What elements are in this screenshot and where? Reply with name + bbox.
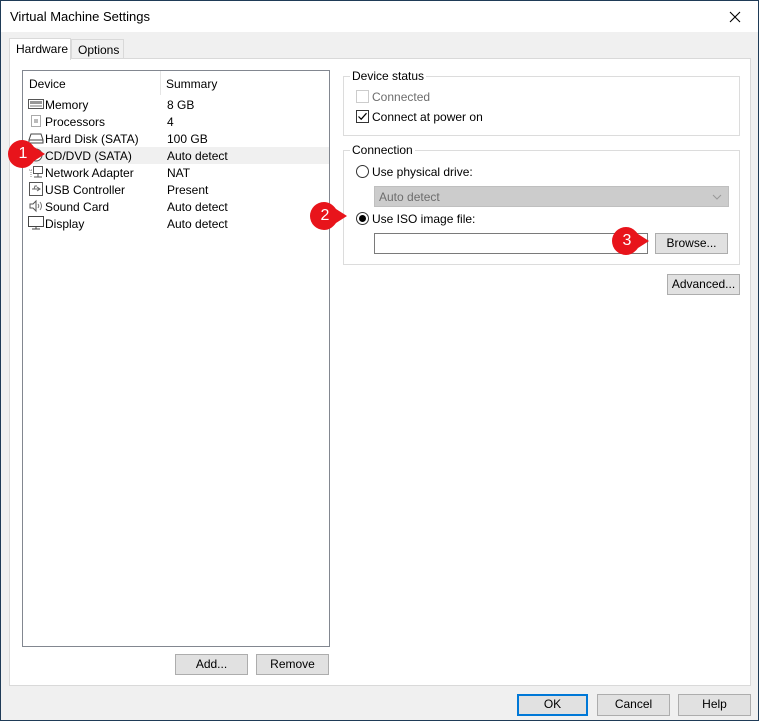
- device-summary: Auto detect: [167, 200, 228, 214]
- device-summary: 8 GB: [167, 98, 195, 112]
- device-summary: NAT: [167, 166, 191, 180]
- column-header-device[interactable]: Device: [29, 77, 66, 91]
- device-summary: Auto detect: [167, 217, 228, 231]
- column-header-summary[interactable]: Summary: [166, 77, 217, 91]
- tab-hardware[interactable]: Hardware: [9, 38, 71, 60]
- tab-options-label: Options: [78, 43, 120, 57]
- device-list[interactable]: Device Summary Memory 8 GB Processors 4 …: [22, 70, 330, 647]
- cancel-button[interactable]: Cancel: [597, 694, 670, 716]
- physical-drive-select[interactable]: Auto detect: [374, 186, 729, 207]
- close-icon: [729, 11, 741, 22]
- use-iso-image-radio[interactable]: [356, 212, 369, 225]
- device-name: CD/DVD (SATA): [45, 149, 132, 163]
- memory-icon: [28, 99, 44, 109]
- connected-checkbox[interactable]: [356, 90, 369, 103]
- connection-label: Connection: [350, 143, 415, 157]
- device-summary: Auto detect: [167, 149, 228, 163]
- window-title: Virtual Machine Settings: [10, 9, 150, 24]
- device-row-sound-card[interactable]: Sound Card Auto detect: [24, 198, 329, 215]
- step-callout-3: 3: [612, 227, 649, 255]
- physical-drive-value: Auto detect: [379, 190, 440, 204]
- usb-icon: [29, 182, 43, 196]
- device-summary: 100 GB: [167, 132, 208, 146]
- device-row-usb-controller[interactable]: USB Controller Present: [24, 181, 329, 198]
- device-row-processors[interactable]: Processors 4: [24, 113, 329, 130]
- device-row-network-adapter[interactable]: Network Adapter NAT: [24, 164, 329, 181]
- device-summary: Present: [167, 183, 209, 197]
- use-iso-image-label: Use ISO image file:: [372, 212, 476, 226]
- device-name: Processors: [45, 115, 106, 129]
- add-device-button[interactable]: Add...: [175, 654, 248, 675]
- device-row-memory[interactable]: Memory 8 GB: [24, 96, 329, 113]
- device-name: USB Controller: [45, 183, 126, 197]
- tab-hardware-label: Hardware: [16, 42, 69, 56]
- tab-options[interactable]: Options: [71, 39, 124, 59]
- device-row-hard-disk[interactable]: Hard Disk (SATA) 100 GB: [24, 130, 329, 147]
- column-separator[interactable]: [160, 71, 161, 95]
- processor-icon: [31, 115, 41, 127]
- speaker-icon: [29, 199, 42, 213]
- device-status-label: Device status: [350, 69, 427, 83]
- virtual-machine-settings-dialog: Virtual Machine Settings Hardware Option…: [0, 0, 759, 721]
- device-name: Network Adapter: [45, 166, 134, 180]
- ok-button[interactable]: OK: [517, 694, 588, 716]
- connect-at-power-on-checkbox[interactable]: [356, 110, 369, 123]
- callout-number: 2: [320, 207, 330, 224]
- device-summary: 4: [167, 115, 174, 129]
- help-button[interactable]: Help: [678, 694, 751, 716]
- close-button[interactable]: [712, 1, 758, 32]
- title-bar: Virtual Machine Settings: [1, 1, 758, 32]
- callout-number: 1: [18, 145, 28, 162]
- device-name: Display: [45, 217, 85, 231]
- monitor-icon: [28, 216, 44, 230]
- advanced-button[interactable]: Advanced...: [667, 274, 740, 295]
- device-list-header: Device Summary: [23, 71, 329, 95]
- device-row-display[interactable]: Display Auto detect: [24, 215, 329, 232]
- device-status-group: Device status Connected Connect at power…: [343, 69, 740, 136]
- step-callout-1: 1: [8, 140, 45, 168]
- checkmark-icon: [358, 112, 367, 121]
- connected-label: Connected: [372, 90, 431, 104]
- browse-button[interactable]: Browse...: [655, 233, 728, 254]
- connection-group: Connection Use physical drive: Auto dete…: [343, 143, 740, 265]
- device-row-cd-dvd[interactable]: CD/DVD (SATA) Auto detect: [24, 147, 329, 164]
- radio-selected-dot: [359, 215, 366, 222]
- use-physical-drive-radio[interactable]: [356, 165, 369, 178]
- callout-number: 3: [622, 232, 632, 249]
- step-callout-2: 2: [310, 202, 347, 230]
- remove-device-button[interactable]: Remove: [256, 654, 329, 675]
- hardware-tab-panel: Device Summary Memory 8 GB Processors 4 …: [9, 58, 751, 686]
- chevron-down-icon: [712, 194, 722, 200]
- device-name: Sound Card: [45, 200, 110, 214]
- iso-path-input[interactable]: [374, 233, 648, 254]
- device-name: Hard Disk (SATA): [45, 132, 139, 146]
- use-physical-drive-label: Use physical drive:: [372, 165, 473, 179]
- connect-at-power-on-label: Connect at power on: [372, 110, 483, 124]
- device-name: Memory: [45, 98, 89, 112]
